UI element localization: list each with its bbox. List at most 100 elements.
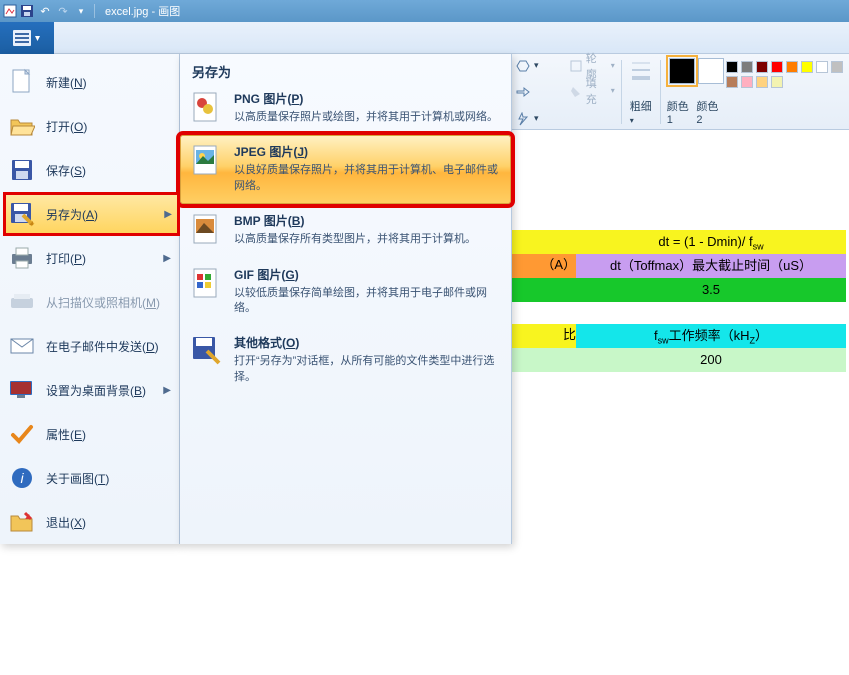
file-menu-from-scanner[interactable]: 从扫描仪或照相机(M) [0,280,179,324]
menu-label: 设置为桌面背景(B) [46,382,146,399]
palette-swatch[interactable] [741,76,753,88]
menu-label: 新建(N) [46,74,87,91]
color2-label: 颜色 2 [696,98,726,126]
palette-swatch[interactable] [801,61,813,73]
item-title: PNG 图片(P) [234,90,498,107]
menu-label: 从扫描仪或照相机(M) [46,294,160,311]
ribbon-right-fragment: ▾ ▾ 轮廓 ▾ 填充 ▾ 粗细▾ 颜色 1 颜色 2 [512,54,849,130]
palette-swatch[interactable] [756,61,768,73]
menu-label: 关于画图(T) [46,470,109,487]
exit-icon [8,508,36,536]
file-backstage: 新建(N) 打开(O) 保存(S) 另存为(A) ▶ 打印(P) ▶ 从扫描仪或… [0,54,512,544]
shape-arrow-button[interactable] [516,85,530,100]
file-menu-properties[interactable]: 属性(E) [0,412,179,456]
submenu-arrow-icon: ▶ [163,385,171,396]
palette-swatch[interactable] [771,61,783,73]
qat-save-icon[interactable] [18,2,36,20]
scanner-icon [8,288,36,316]
doc-name: excel.jpg [105,6,148,18]
palette-swatch[interactable] [831,61,843,73]
canvas-table: dt = (1 - Dmin)/ fsw dt（Toffmax）最大截止时间（u… [576,230,846,372]
gif-file-icon [190,266,224,300]
palette-swatch[interactable] [816,61,828,73]
shape-hexagon-button[interactable]: ▾ [516,58,539,73]
thickness-icon[interactable] [630,58,652,88]
canvas-left-strip: （A） 比 [512,230,578,372]
palette-swatch[interactable] [756,76,768,88]
palette-swatch[interactable] [726,76,738,88]
desktop-bg-icon [8,376,36,404]
file-menu-button[interactable] [0,22,54,54]
shape-lightning-button[interactable]: ▾ [516,111,539,126]
item-desc: 以良好质量保存照片，并将其用于计算机、电子邮件或网络。 [234,163,501,194]
file-menu-save[interactable]: 保存(S) [0,148,179,192]
color-palette[interactable] [726,61,845,90]
open-folder-icon [8,112,36,140]
menu-label: 打开(O) [46,118,87,135]
item-title: JPEG 图片(J) [234,143,501,160]
app-name: 画图 [158,6,180,18]
png-file-icon [190,90,224,124]
item-desc: 以高质量保存所有类型图片，并将其用于计算机。 [234,232,476,247]
new-file-icon [8,68,36,96]
info-icon: i [8,464,36,492]
item-title: BMP 图片(B) [234,212,476,229]
save-as-bmp[interactable]: BMP 图片(B) 以高质量保存所有类型图片，并将其用于计算机。 [180,204,511,257]
bmp-file-icon [190,212,224,246]
palette-swatch[interactable] [726,61,738,73]
file-menu-save-as[interactable]: 另存为(A) ▶ [3,192,180,236]
palette-swatch[interactable] [771,76,783,88]
menu-label: 属性(E) [46,426,86,443]
fill-button[interactable]: 填充 ▾ [570,83,614,98]
qat-redo-icon[interactable]: ↷ [54,2,72,20]
canvas-area: （A） 比 dt = (1 - Dmin)/ fsw dt（Toffmax）最大… [512,130,849,675]
save-as-gif[interactable]: GIF 图片(G) 以较低质量保存简单绘图，并将其用于电子邮件或网络。 [180,258,511,327]
window-title: excel.jpg - 画图 [105,3,180,19]
color1-label: 颜色 1 [667,98,697,126]
qat-customize-icon[interactable]: ▾ [72,2,90,20]
save-as-submenu: 另存为 PNG 图片(P) 以高质量保存照片或绘图，并将其用于计算机或网络。 J… [180,54,512,544]
thickness-label: 粗细▾ [630,98,652,126]
qat-undo-icon[interactable]: ↶ [36,2,54,20]
save-as-png[interactable]: PNG 图片(P) 以高质量保存照片或绘图，并将其用于计算机或网络。 [180,82,511,135]
jpeg-file-icon [190,143,224,177]
save-as-icon [8,200,36,228]
menu-label: 退出(X) [46,514,86,531]
file-menu-set-wallpaper[interactable]: 设置为桌面背景(B) ▶ [0,368,179,412]
paint-app-icon [2,3,18,19]
window-titlebar: ↶ ↷ ▾ excel.jpg - 画图 [0,0,849,22]
file-menu-open[interactable]: 打开(O) [0,104,179,148]
palette-swatch[interactable] [741,61,753,73]
file-menu-exit[interactable]: 退出(X) [0,500,179,544]
other-format-icon [190,334,224,368]
table-row: 3.5 [576,278,846,302]
email-icon [8,332,36,360]
color2-swatch[interactable] [698,58,724,84]
menu-label: 另存为(A) [46,206,98,223]
titlebar-separator [94,4,95,18]
item-title: GIF 图片(G) [234,266,501,283]
item-desc: 以较低质量保存简单绘图，并将其用于电子邮件或网络。 [234,286,501,317]
item-desc: 打开“另存为”对话框，从所有可能的文件类型中进行选择。 [234,354,501,385]
outline-button[interactable]: 轮廓 ▾ [570,58,614,73]
save-as-jpeg[interactable]: JPEG 图片(J) 以良好质量保存照片，并将其用于计算机、电子邮件或网络。 [180,135,511,204]
properties-check-icon [8,420,36,448]
file-menu-list: 新建(N) 打开(O) 保存(S) 另存为(A) ▶ 打印(P) ▶ 从扫描仪或… [0,54,180,544]
menu-label: 保存(S) [46,162,86,179]
file-menu-about[interactable]: i 关于画图(T) [0,456,179,500]
table-row: fsw工作频率（kHZ） [576,324,846,348]
save-disk-icon [8,156,36,184]
palette-swatch[interactable] [786,61,798,73]
submenu-arrow-icon: ▶ [163,253,171,264]
save-as-other[interactable]: 其他格式(O) 打开“另存为”对话框，从所有可能的文件类型中进行选择。 [180,326,511,395]
item-desc: 以高质量保存照片或绘图，并将其用于计算机或网络。 [234,110,498,125]
file-menu-send-email[interactable]: 在电子邮件中发送(D) [0,324,179,368]
printer-icon [8,244,36,272]
submenu-arrow-icon: ▶ [164,209,172,220]
file-menu-new[interactable]: 新建(N) [0,60,179,104]
item-title: 其他格式(O) [234,334,501,351]
file-menu-print[interactable]: 打印(P) ▶ [0,236,179,280]
color1-swatch[interactable] [669,58,695,84]
menu-label: 打印(P) [46,250,86,267]
table-row: dt（Toffmax）最大截止时间（uS） [576,254,846,278]
